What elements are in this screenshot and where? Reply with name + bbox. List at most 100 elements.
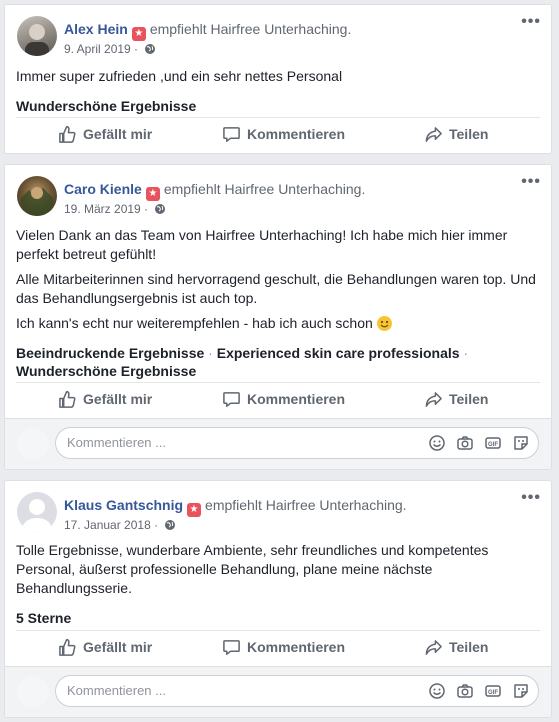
review-paragraph: Vielen Dank an das Team von Hairfree Unt… <box>16 227 508 262</box>
comment-composer: Kommentieren ... GIF <box>5 666 551 717</box>
comment-button[interactable]: Kommentieren <box>222 383 345 415</box>
current-user-avatar <box>17 428 49 460</box>
like-icon <box>58 390 77 409</box>
smile-emoji-icon <box>376 316 392 331</box>
globe-icon <box>144 43 156 55</box>
gif-icon[interactable]: GIF <box>484 682 502 700</box>
author-name[interactable]: Klaus Gantschnig <box>64 497 183 513</box>
sticker-icon[interactable] <box>512 682 530 700</box>
post-date: 9. April 2019 · <box>64 41 156 57</box>
comment-placeholder: Kommentieren ... <box>67 683 166 698</box>
date-text[interactable]: 9. April 2019 <box>64 42 131 56</box>
review-post: Caro Kienle ★ empfiehlt Hairfree Unterhach… <box>4 164 552 470</box>
post-header: Alex Hein ★ empfiehlt Hairfree Unterhachin… <box>64 20 351 41</box>
like-label: Gefällt mir <box>83 126 153 142</box>
review-paragraph: Alle Mitarbeiterinnen sind hervorragend … <box>16 271 536 306</box>
share-icon <box>424 125 443 144</box>
gif-icon[interactable]: GIF <box>484 434 502 452</box>
more-options-button[interactable]: ••• <box>521 173 541 191</box>
tag: 5 Sterne <box>16 610 72 626</box>
comment-label: Kommentieren <box>247 126 346 142</box>
action-bar: Gefällt mir Kommentieren Teilen <box>16 117 540 150</box>
recommends-text: empfiehlt Hairfree Unterhaching. <box>149 21 352 37</box>
comment-input[interactable]: Kommentieren ... GIF <box>55 675 539 707</box>
share-label: Teilen <box>449 639 489 655</box>
review-text: Tolle Ergebnisse, wunderbare Ambiente, s… <box>16 541 539 604</box>
review-post: Alex Hein ★ empfiehlt Hairfree Unterhachin… <box>4 4 552 154</box>
like-icon <box>58 125 77 144</box>
date-text[interactable]: 19. März 2019 <box>64 202 141 216</box>
like-button[interactable]: Gefällt mir <box>58 118 152 150</box>
current-user-avatar <box>17 676 49 708</box>
comment-placeholder: Kommentieren ... <box>67 435 166 450</box>
comment-button[interactable]: Kommentieren <box>222 118 345 150</box>
share-button[interactable]: Teilen <box>424 631 488 663</box>
sticker-icon[interactable] <box>512 434 530 452</box>
emoji-icon[interactable] <box>428 434 446 452</box>
like-button[interactable]: Gefällt mir <box>58 383 152 415</box>
post-date: 17. Januar 2018 · <box>64 517 176 533</box>
review-paragraph-text: Ich kann's echt nur weiterempfehlen - ha… <box>16 315 373 331</box>
review-text: Immer super zufrieden ,und ein sehr nett… <box>16 67 539 92</box>
like-label: Gefällt mir <box>83 391 153 407</box>
globe-icon <box>164 519 176 531</box>
action-bar: Gefällt mir Kommentieren Teilen <box>16 382 540 415</box>
recommend-badge-icon: ★ <box>131 27 146 41</box>
separator: · <box>140 202 152 216</box>
date-text[interactable]: 17. Januar 2018 <box>64 518 151 532</box>
comment-button[interactable]: Kommentieren <box>222 631 345 663</box>
separator: · <box>150 518 162 532</box>
like-label: Gefällt mir <box>83 639 153 655</box>
recommend-badge-icon: ★ <box>145 187 160 201</box>
share-label: Teilen <box>449 126 489 142</box>
comment-label: Kommentieren <box>247 639 346 655</box>
review-tags: 5 Sterne <box>16 609 539 627</box>
action-bar: Gefällt mir Kommentieren Teilen <box>16 630 540 663</box>
comment-icon <box>222 125 241 144</box>
review-text: Vielen Dank an das Team von Hairfree Unt… <box>16 226 539 339</box>
post-header: Caro Kienle ★ empfiehlt Hairfree Unterhach… <box>64 180 365 201</box>
review-paragraph: Ich kann's echt nur weiterempfehlen - ha… <box>16 314 539 333</box>
like-icon <box>58 638 77 657</box>
comment-icon <box>222 390 241 409</box>
more-options-button[interactable]: ••• <box>521 489 541 507</box>
author-name[interactable]: Alex Hein <box>64 21 128 37</box>
more-options-button[interactable]: ••• <box>521 13 541 31</box>
recommend-badge-icon: ★ <box>187 503 202 517</box>
share-button[interactable]: Teilen <box>424 118 488 150</box>
tag: Wunderschöne Ergebnisse <box>16 98 197 114</box>
review-post: Klaus Gantschnig ★ empfiehlt Hairfree Unte… <box>4 480 552 718</box>
camera-icon[interactable] <box>456 682 474 700</box>
share-button[interactable]: Teilen <box>424 383 488 415</box>
post-header: Klaus Gantschnig ★ empfiehlt Hairfree Unte… <box>64 496 407 517</box>
like-button[interactable]: Gefällt mir <box>58 631 152 663</box>
tag-separator: · <box>204 345 217 361</box>
tag: Beeindruckende Ergebnisse <box>16 345 205 361</box>
svg-text:GIF: GIF <box>488 442 498 448</box>
author-name[interactable]: Caro Kienle <box>64 181 142 197</box>
comment-label: Kommentieren <box>247 391 346 407</box>
review-tags: Beeindruckende Ergebnisse · Experienced … <box>16 344 539 380</box>
globe-icon <box>154 203 166 215</box>
tag-separator: · <box>459 345 469 361</box>
avatar[interactable] <box>17 176 57 216</box>
tag: Experienced skin care professionals <box>216 345 460 361</box>
separator: · <box>130 42 142 56</box>
post-date: 19. März 2019 · <box>64 201 166 217</box>
recommends-text: empfiehlt Hairfree Unterhaching. <box>163 181 366 197</box>
comment-input[interactable]: Kommentieren ... GIF <box>55 427 539 459</box>
review-tags: Wunderschöne Ergebnisse <box>16 97 539 115</box>
share-label: Teilen <box>449 391 489 407</box>
svg-text:GIF: GIF <box>488 690 498 696</box>
comment-composer: Kommentieren ... GIF <box>5 418 551 469</box>
comment-icon <box>222 638 241 657</box>
emoji-icon[interactable] <box>428 682 446 700</box>
camera-icon[interactable] <box>456 434 474 452</box>
avatar[interactable] <box>17 16 57 56</box>
review-paragraph: Tolle Ergebnisse, wunderbare Ambiente, s… <box>16 542 489 596</box>
share-icon <box>424 638 443 657</box>
avatar[interactable] <box>17 492 57 532</box>
share-icon <box>424 390 443 409</box>
tag: Wunderschöne Ergebnisse <box>16 363 197 379</box>
recommends-text: empfiehlt Hairfree Unterhaching. <box>205 497 407 513</box>
